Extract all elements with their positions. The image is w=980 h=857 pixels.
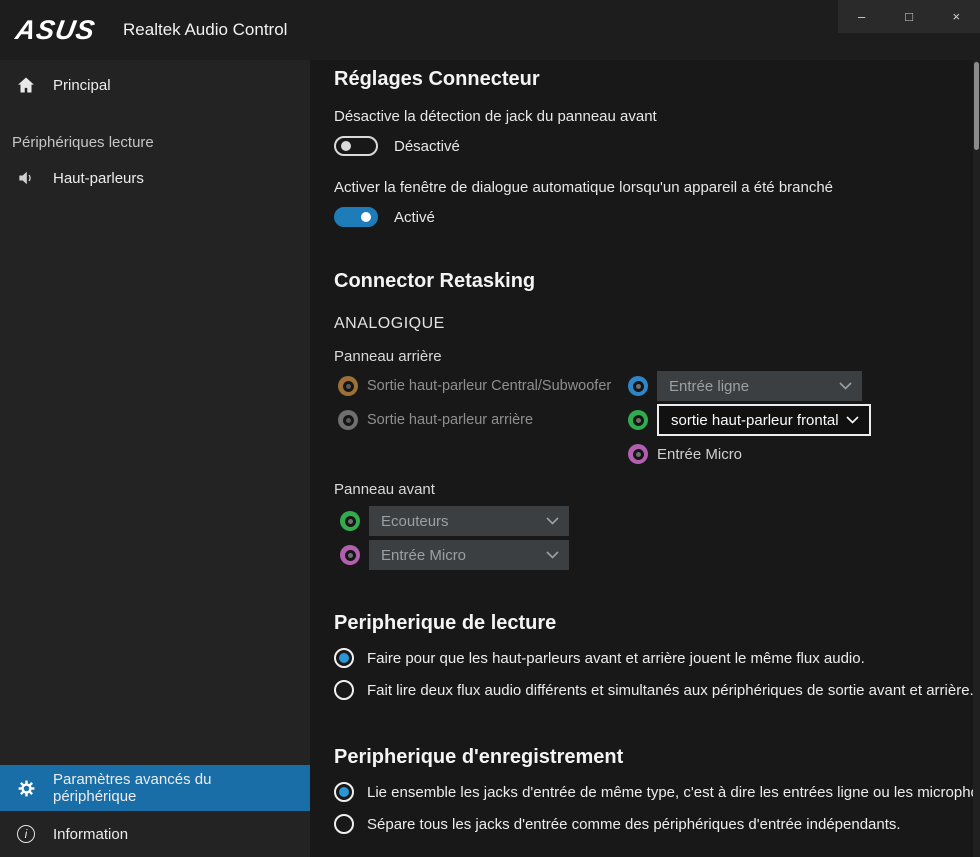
sidebar-item-principal[interactable]: Principal: [0, 62, 310, 108]
sidebar-item-label: Haut-parleurs: [53, 170, 144, 187]
chevron-down-icon: [546, 551, 559, 559]
gear-icon: [16, 778, 36, 798]
asus-logo: ASUS: [13, 15, 97, 46]
chevron-down-icon: [546, 517, 559, 525]
rear-panel-label: Panneau arrière: [334, 346, 973, 367]
jack-icon-orange: [338, 376, 358, 396]
sidebar-item-information[interactable]: i Information: [0, 811, 310, 857]
jack-icon-green: [340, 511, 360, 531]
toggle-row-auto-popup-dialog: Activé: [334, 206, 973, 228]
toggle-front-jack-detection[interactable]: [334, 136, 378, 156]
chevron-down-icon: [839, 382, 852, 390]
select-value: sortie haut-parleur frontal: [671, 412, 839, 429]
subsection-analog: ANALOGIQUE: [334, 314, 973, 334]
fixed-jack-row-center-subwoofer: Sortie haut-parleur Central/Subwoofer: [334, 371, 628, 401]
fixed-jack-label: Sortie haut-parleur Central/Subwoofer: [367, 378, 611, 394]
scrollbar-track[interactable]: [973, 60, 980, 857]
radio-option-label: Faire pour que les haut-parleurs avant e…: [367, 650, 865, 667]
close-button[interactable]: ×: [933, 0, 980, 33]
toggle-label-front-jack-detection: Désactive la détection de jack du pannea…: [334, 106, 973, 127]
jack-icon-gray: [338, 410, 358, 430]
retask-label-mic-in: Entrée Micro: [657, 446, 742, 463]
jack-icon-pink: [628, 444, 648, 464]
retask-select-front-speaker-out[interactable]: sortie haut-parleur frontal: [657, 404, 871, 436]
jack-icon-blue: [628, 376, 648, 396]
retask-row-mic-in: Entrée Micro: [628, 439, 973, 469]
sidebar-spacer: [0, 201, 310, 765]
radio-option-label: Lie ensemble les jacks d'entrée de même …: [367, 784, 973, 801]
sidebar-item-label: Paramètres avancés du périphérique: [53, 771, 294, 805]
info-icon: i: [16, 824, 36, 844]
radio-button-icon: [334, 782, 354, 802]
toggle-knob: [341, 141, 351, 151]
retask-row-front-mic-in: Entrée Micro: [334, 540, 973, 570]
toggle-state-label: Activé: [394, 209, 435, 226]
app-window: ASUS Realtek Audio Control – □ × Princip…: [0, 0, 980, 857]
sidebar-item-speakers[interactable]: Haut-parleurs: [0, 155, 310, 201]
sidebar-section-playback-devices: Périphériques lecture: [12, 134, 310, 151]
jack-icon-pink: [340, 545, 360, 565]
scrollbar-thumb[interactable]: [974, 62, 979, 150]
radio-option-different-audio-streams[interactable]: Fait lire deux flux audio différents et …: [334, 678, 973, 702]
retask-row-front-speaker-out: sortie haut-parleur frontal: [628, 405, 973, 435]
sidebar-item-label: Information: [53, 826, 128, 843]
toggle-knob: [361, 212, 371, 222]
titlebar: ASUS Realtek Audio Control – □ ×: [0, 0, 980, 60]
retask-row-headphones: Ecouteurs: [334, 506, 973, 536]
toggle-row-front-jack-detection: Désactivé: [334, 135, 973, 157]
home-icon: [16, 75, 36, 95]
minimize-button[interactable]: –: [838, 0, 885, 33]
radio-button-icon: [334, 648, 354, 668]
toggle-label-auto-popup-dialog: Activer la fenêtre de dialogue automatiq…: [334, 177, 973, 198]
fixed-jack-label: Sortie haut-parleur arrière: [367, 412, 533, 428]
radio-option-label: Fait lire deux flux audio différents et …: [367, 682, 973, 699]
select-value: Ecouteurs: [381, 513, 449, 530]
radio-button-icon: [334, 814, 354, 834]
front-panel-label: Panneau avant: [334, 479, 973, 500]
retask-row-line-in: Entrée ligne: [628, 371, 973, 401]
speaker-icon: [16, 168, 36, 188]
toggle-state-label: Désactivé: [394, 138, 460, 155]
window-controls: – □ ×: [838, 0, 980, 33]
empty-cell: [334, 439, 628, 469]
jack-icon-green: [628, 410, 648, 430]
main-content: Réglages Connecteur Désactive la détecti…: [310, 60, 973, 857]
section-title-playback-device: Peripherique de lecture: [334, 610, 973, 636]
section-title-connector-retasking: Connector Retasking: [334, 268, 973, 294]
radio-option-tie-input-jacks[interactable]: Lie ensemble les jacks d'entrée de même …: [334, 780, 973, 804]
chevron-down-icon: [846, 416, 859, 424]
app-title: Realtek Audio Control: [123, 20, 287, 40]
radio-option-same-audio-stream[interactable]: Faire pour que les haut-parleurs avant e…: [334, 646, 973, 670]
retask-select-front-mic-in[interactable]: Entrée Micro: [369, 540, 569, 570]
fixed-jack-row-rear-speaker: Sortie haut-parleur arrière: [334, 405, 628, 435]
toggle-auto-popup-dialog[interactable]: [334, 207, 378, 227]
section-title-recording-device: Peripherique d'enregistrement: [334, 744, 973, 770]
maximize-button[interactable]: □: [885, 0, 932, 33]
select-value: Entrée Micro: [381, 547, 466, 564]
radio-option-label: Sépare tous les jacks d'entrée comme des…: [367, 816, 901, 833]
sidebar-item-label: Principal: [53, 77, 111, 94]
select-value: Entrée ligne: [669, 378, 749, 395]
retask-select-headphones[interactable]: Ecouteurs: [369, 506, 569, 536]
radio-button-icon: [334, 680, 354, 700]
retask-select-line-in[interactable]: Entrée ligne: [657, 371, 862, 401]
sidebar-item-advanced-device-settings[interactable]: Paramètres avancés du périphérique: [0, 765, 310, 811]
section-title-connector-settings: Réglages Connecteur: [334, 66, 973, 92]
rear-panel-grid: Sortie haut-parleur Central/Subwoofer En…: [334, 371, 973, 469]
sidebar: Principal Périphériques lecture Haut-par…: [0, 60, 310, 857]
radio-option-separate-input-jacks[interactable]: Sépare tous les jacks d'entrée comme des…: [334, 812, 973, 836]
